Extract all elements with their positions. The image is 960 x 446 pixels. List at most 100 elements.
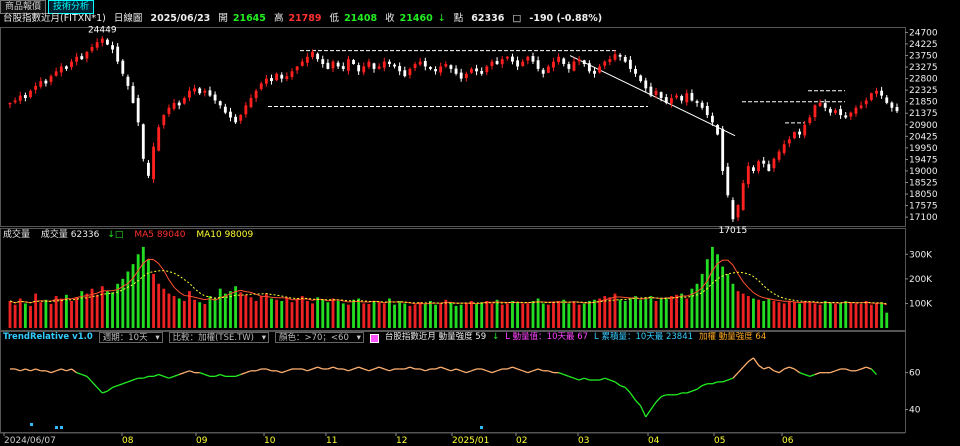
volume-bar (254, 300, 258, 328)
volume-bar (264, 293, 268, 328)
trend-segment (199, 372, 206, 376)
trend-segment (281, 370, 288, 374)
candle-body (182, 98, 186, 104)
trend-segment (640, 405, 647, 418)
candle-body (229, 111, 232, 118)
trend-segment (404, 366, 411, 370)
volume-bar (634, 296, 637, 328)
trend-segment (55, 368, 62, 372)
candle-body (136, 98, 140, 123)
trend-segment (102, 390, 108, 394)
candle-body (147, 162, 150, 176)
trend-segment (143, 375, 149, 379)
candle-body (285, 76, 289, 79)
volume-bar (193, 299, 197, 328)
candle-body (500, 59, 504, 65)
trend-segment (814, 372, 821, 376)
trend-segment (307, 368, 313, 372)
trend-segment (25, 368, 31, 372)
trend-segment (302, 368, 308, 372)
trend-segment (619, 384, 626, 389)
candle-body (34, 85, 38, 90)
volume-bar (505, 303, 509, 328)
volume-bar (372, 300, 376, 328)
volume-bar (259, 296, 263, 328)
trend-segment (835, 368, 841, 372)
trend-segment (440, 366, 447, 370)
x-tick-label: 12 (396, 436, 407, 446)
volume-bar (685, 298, 689, 328)
trend-segment (527, 370, 534, 374)
x-tick-label: 02 (516, 436, 527, 446)
candle-body (336, 62, 340, 67)
candle-body (126, 76, 130, 86)
trend-segment (168, 375, 175, 379)
trend-segment (127, 379, 134, 383)
volume-bar (75, 297, 79, 328)
volume-bar (577, 304, 581, 328)
trend-segment (455, 368, 462, 372)
trend-segment (645, 409, 652, 418)
volume-bar (613, 293, 617, 328)
volume-bar (562, 299, 566, 328)
price-tick-label: 21375 (909, 109, 938, 119)
volume-bar (300, 296, 304, 328)
trend-segment (604, 377, 611, 381)
trend-segment (870, 368, 877, 375)
candle-body (557, 56, 561, 62)
chart-canvas[interactable]: 24700 24225 2375023275 2280022325 2185021375… (0, 0, 960, 446)
candle-body (613, 54, 617, 60)
trend-segment (91, 381, 98, 388)
candle-body (213, 94, 217, 101)
volume-bar (454, 305, 458, 328)
volume-bar (798, 303, 802, 328)
volume-bar (49, 303, 53, 328)
trend-segment (435, 366, 441, 370)
volume-bar (8, 300, 12, 328)
trend-segment (184, 370, 190, 374)
candle-body (475, 68, 478, 72)
x-tick-label: 2024/06/07 (4, 436, 56, 446)
price-tick-label: 22800 (909, 75, 938, 85)
volume-bar (423, 303, 427, 328)
volume-tick-label: 300K (909, 250, 933, 260)
candle-body (85, 51, 89, 59)
volume-bar (198, 302, 202, 328)
trend-segment (629, 392, 637, 401)
candle-body (321, 59, 325, 65)
price-tick-label: 21850 (909, 98, 938, 108)
price-tick-label: 24700 (909, 28, 938, 38)
candle-body (793, 132, 796, 139)
trend-segment (650, 401, 657, 410)
volume-bar (521, 303, 525, 328)
candle-body (290, 71, 294, 78)
volume-bar (675, 294, 678, 328)
candle-body (546, 66, 550, 73)
candle-body (664, 97, 668, 103)
candle-body (408, 68, 412, 76)
candle-body (849, 112, 853, 117)
volume-bar (39, 302, 43, 328)
price-tick-label: 19000 (909, 167, 938, 177)
volume-bar (546, 304, 550, 328)
price-tick-label: 18050 (909, 190, 938, 200)
volume-bar (95, 294, 99, 328)
volume-bar (834, 303, 837, 328)
volume-bar (695, 283, 699, 328)
candle-body (105, 39, 109, 45)
trend-segment (845, 368, 852, 372)
candle-body (439, 66, 443, 73)
candle-body (454, 68, 458, 74)
candle-body (705, 106, 709, 116)
candle-body (341, 66, 345, 69)
trend-segment (584, 377, 590, 381)
trend-segment (363, 368, 370, 372)
trend-segment (860, 366, 867, 370)
trend-segment (189, 370, 195, 374)
volume-bar (567, 303, 571, 328)
candle-body (49, 76, 53, 82)
volume-bar (536, 298, 540, 328)
volume-bar (147, 259, 150, 328)
volume-bar (859, 303, 863, 328)
candle-body (541, 69, 545, 74)
